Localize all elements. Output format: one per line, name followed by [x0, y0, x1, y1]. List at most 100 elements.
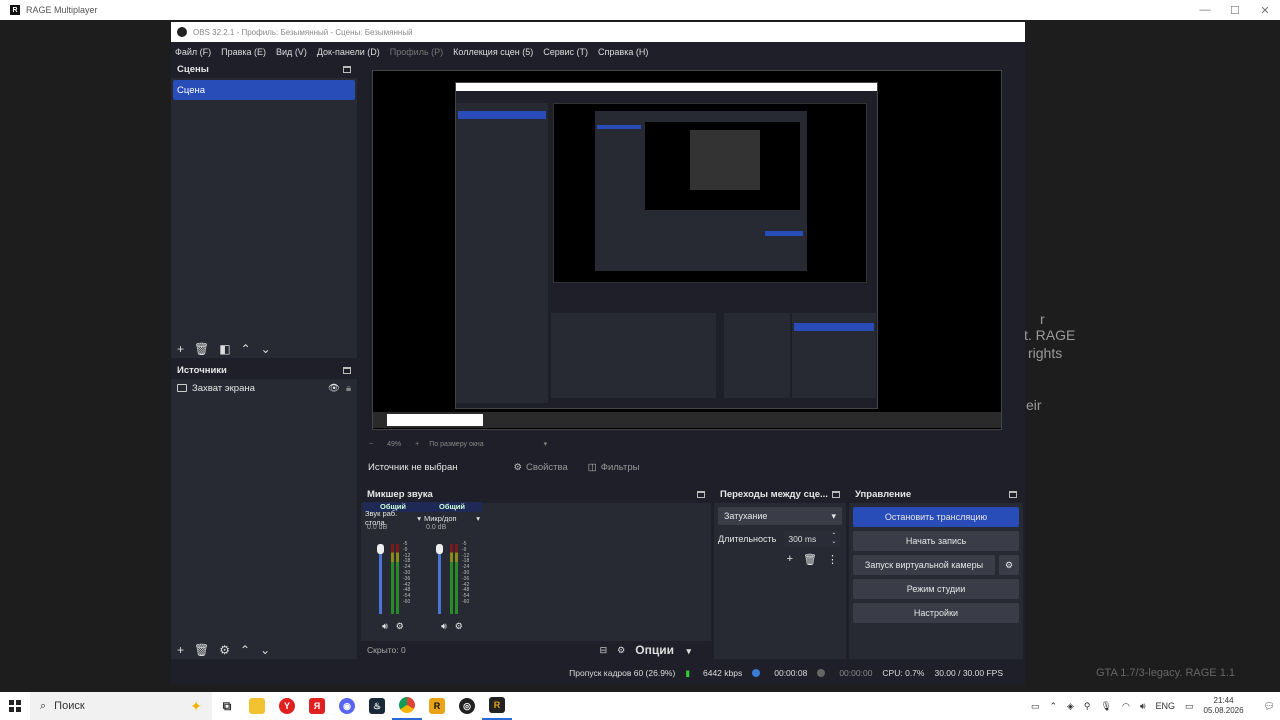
- volume-icon[interactable]: 🔊︎: [1140, 701, 1146, 712]
- speaker-icon[interactable]: 🔊︎: [382, 621, 388, 632]
- undock-icon[interactable]: [697, 490, 705, 498]
- virtual-camera-button[interactable]: Запуск виртуальной камеры: [853, 555, 995, 575]
- filter-icon[interactable]: ◧: [219, 343, 230, 355]
- move-down-icon[interactable]: ⌄: [260, 644, 270, 656]
- scenes-dock-title: Сцены: [177, 63, 209, 75]
- trash-icon[interactable]: 🗑: [803, 553, 817, 566]
- stream-time-value: 00:00:08: [774, 668, 808, 678]
- widgets-icon[interactable]: ▭: [1031, 701, 1040, 712]
- menu-view[interactable]: Вид (V): [276, 47, 307, 57]
- rage-logo-icon: R: [10, 5, 20, 15]
- channel-select[interactable]: Звук раб. стола ▾: [363, 509, 423, 527]
- menu-scene-collection[interactable]: Коллекция сцен (5): [453, 47, 533, 57]
- gear-icon[interactable]: ⚙: [617, 644, 625, 656]
- notification-icon[interactable]: 💬︎: [1264, 701, 1275, 712]
- scene-list-item[interactable]: Сцена: [173, 80, 355, 100]
- more-icon[interactable]: ⋮: [827, 553, 838, 566]
- volume-slider-handle[interactable]: [436, 544, 443, 554]
- add-icon[interactable]: +: [177, 343, 184, 355]
- menu-tools[interactable]: Сервис (T): [543, 47, 588, 57]
- add-icon[interactable]: +: [787, 553, 793, 566]
- settings-icon[interactable]: ⚙: [396, 621, 404, 632]
- zoom-out-icon[interactable]: −: [369, 441, 373, 448]
- menu-file[interactable]: Файл (F): [175, 47, 211, 57]
- rage-mp-icon[interactable]: R: [422, 692, 452, 720]
- clock-date: 05.08.2026: [1203, 706, 1244, 715]
- transitions-dock-header: Переходы между сце...: [714, 485, 846, 503]
- taskbar-search[interactable]: ⌕ Поиск ✦: [30, 692, 212, 720]
- properties-button[interactable]: ⚙ Свойства: [514, 462, 568, 473]
- rage-launcher-icon[interactable]: R: [482, 692, 512, 720]
- gear-icon[interactable]: ⚙: [219, 644, 230, 656]
- start-recording-button[interactable]: Начать запись: [853, 531, 1019, 551]
- steam-icon[interactable]: ♨: [362, 692, 392, 720]
- minimize-icon[interactable]: —: [1190, 0, 1220, 20]
- filters-button[interactable]: ◫ Фильтры: [588, 462, 640, 473]
- undock-icon[interactable]: [1009, 490, 1017, 498]
- studio-mode-button[interactable]: Режим студии: [853, 579, 1019, 599]
- speaker-icon[interactable]: 🔊︎: [441, 621, 447, 632]
- menu-profile[interactable]: Профиль (P): [390, 47, 443, 57]
- stop-stream-button[interactable]: Остановить трансляцию: [853, 507, 1019, 527]
- sources-dock-header: Источники: [171, 361, 357, 379]
- start-button[interactable]: [0, 700, 30, 712]
- channel-select[interactable]: Микр/доп ▾: [422, 512, 482, 524]
- task-view-icon[interactable]: ⧉: [212, 692, 242, 720]
- chevron-up-icon[interactable]: ⌃: [1049, 701, 1057, 712]
- clock[interactable]: 21:44 05.08.2026: [1199, 696, 1249, 716]
- undock-icon[interactable]: [343, 65, 351, 73]
- yandex-icon[interactable]: Я: [302, 692, 332, 720]
- obs-icon[interactable]: ◎: [452, 692, 482, 720]
- menu-docks[interactable]: Док-панели (D): [317, 47, 380, 57]
- move-up-icon[interactable]: ⌃: [241, 343, 251, 355]
- chevron-down-icon[interactable]: ▾: [544, 440, 548, 448]
- close-icon[interactable]: ✕: [1250, 0, 1280, 20]
- zoom-in-icon[interactable]: +: [415, 441, 419, 448]
- wifi-icon[interactable]: ◠: [1122, 701, 1130, 712]
- scale-tick: -60: [462, 598, 470, 605]
- layout-icon[interactable]: ⊟: [600, 644, 608, 656]
- options-button[interactable]: Опции ▾: [635, 644, 691, 657]
- move-up-icon[interactable]: ⌃: [240, 644, 250, 656]
- channel-controls: 🔊︎ ⚙: [422, 621, 482, 632]
- zoom-fit-select[interactable]: По размеру окна: [429, 441, 483, 448]
- trash-icon[interactable]: 🗑: [194, 644, 209, 656]
- add-icon[interactable]: +: [177, 644, 184, 656]
- chrome-icon[interactable]: [392, 692, 422, 720]
- undock-icon[interactable]: [832, 490, 840, 498]
- discord-icon[interactable]: ◉: [332, 692, 362, 720]
- settings-button[interactable]: Настройки: [853, 603, 1019, 623]
- transitions-dock: Переходы между сце... Затухание ▾ Длител…: [714, 485, 846, 659]
- file-explorer-icon[interactable]: [242, 692, 272, 720]
- menu-edit[interactable]: Правка (E): [221, 47, 266, 57]
- tray-app-icon[interactable]: ⚲: [1084, 701, 1091, 712]
- lock-icon[interactable]: 🔒︎: [346, 383, 351, 394]
- source-list-item[interactable]: Захват экрана 👁 🔒︎: [171, 379, 357, 397]
- captured-taskbar: [373, 412, 1001, 428]
- undock-icon[interactable]: [343, 366, 351, 374]
- eye-icon[interactable]: 👁: [328, 383, 340, 394]
- maximize-icon[interactable]: ☐: [1220, 0, 1250, 20]
- host-window-title: RAGE Multiplayer: [26, 5, 98, 15]
- volume-slider-handle[interactable]: [377, 544, 384, 554]
- yandex-browser-icon[interactable]: Y: [272, 692, 302, 720]
- settings-icon[interactable]: ⚙: [455, 621, 463, 632]
- spin-arrows-icon[interactable]: ⌃ ⌄: [831, 533, 836, 545]
- volume-slider[interactable]: [379, 544, 382, 614]
- move-down-icon[interactable]: ⌄: [261, 343, 271, 355]
- gear-icon[interactable]: ⚙: [999, 555, 1019, 575]
- transition-select[interactable]: Затухание ▾: [718, 507, 842, 525]
- duration-spinbox[interactable]: 300 ms ⌃ ⌄: [784, 531, 841, 547]
- sources-toolbar: + 🗑 ⚙ ⌃ ⌄: [171, 641, 357, 659]
- microphone-icon[interactable]: 🎙︎: [1101, 701, 1112, 712]
- tray-app-icon[interactable]: ◈: [1067, 701, 1074, 712]
- nested-scene-item: [458, 111, 546, 119]
- transition-tools: + 🗑 ⋮: [714, 553, 846, 566]
- language-indicator[interactable]: ENG: [1155, 701, 1175, 711]
- volume-slider[interactable]: [438, 544, 441, 614]
- trash-icon[interactable]: 🗑: [194, 343, 209, 355]
- menu-help[interactable]: Справка (H): [598, 47, 648, 57]
- no-source-label: Источник не выбран: [368, 461, 458, 473]
- display-icon[interactable]: ▭: [1185, 701, 1194, 712]
- search-icon: ⌕: [40, 699, 47, 712]
